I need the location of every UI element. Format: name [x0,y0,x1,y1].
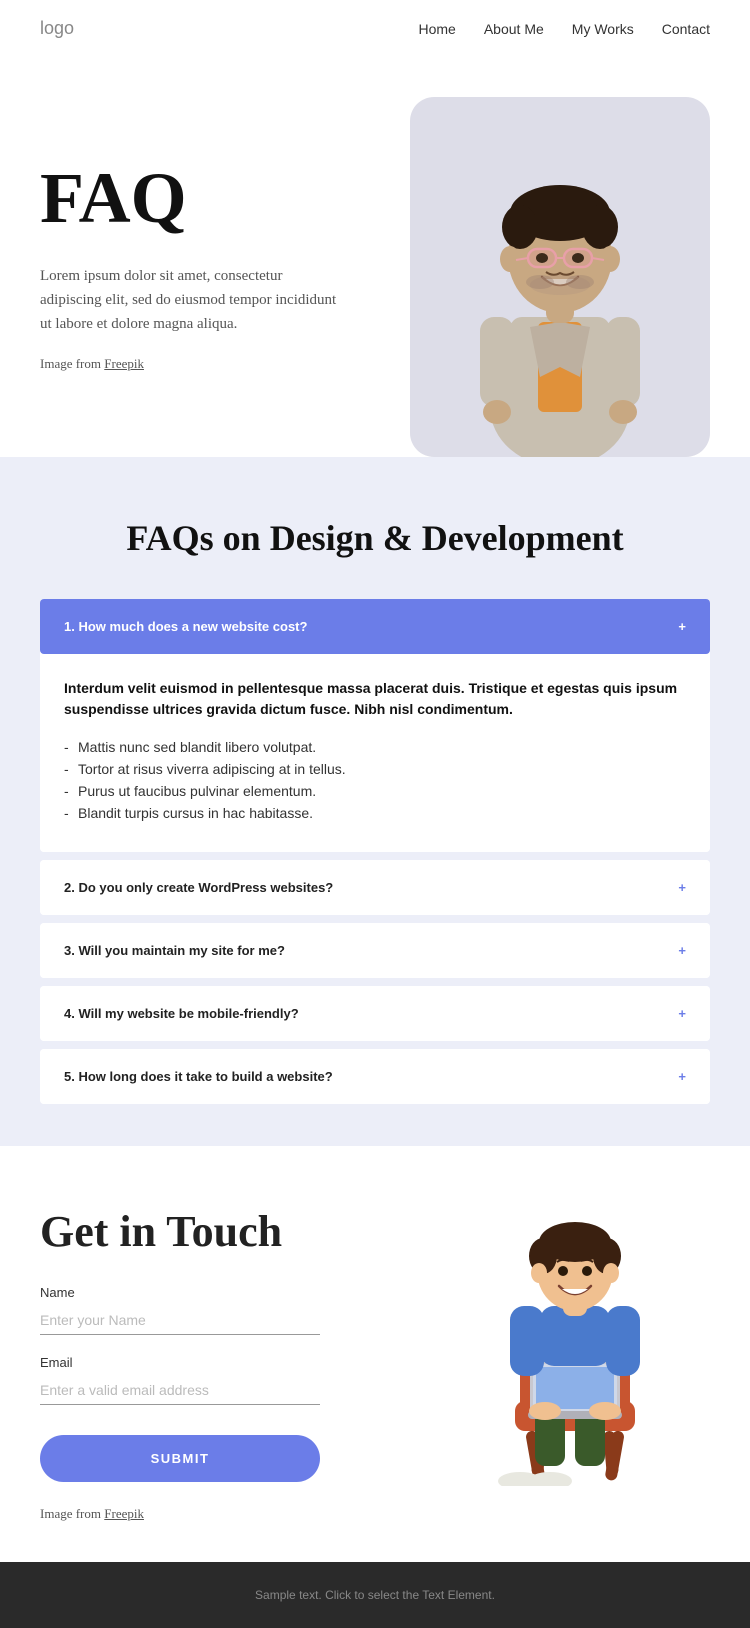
faq-bullet: Blandit turpis cursus in hac habitasse. [64,802,686,824]
faq-bullets-1: Mattis nunc sed blandit libero volutpat.… [64,736,686,824]
submit-button[interactable]: SUBMIT [40,1435,320,1482]
faq-item-5: 5. How long does it take to build a webs… [40,1049,710,1104]
faq-bullet: Purus ut faucibus pulvinar elementum. [64,780,686,802]
faq-header-5[interactable]: 5. How long does it take to build a webs… [40,1049,710,1104]
footer-text: Sample text. Click to select the Text El… [255,1588,495,1602]
nav-works[interactable]: My Works [572,21,634,37]
contact-heading: Get in Touch [40,1206,410,1257]
faq-heading: FAQs on Design & Development [40,517,710,559]
email-label: Email [40,1355,410,1370]
hero-person-svg [420,97,700,457]
faq-item-2: 2. Do you only create WordPress websites… [40,860,710,915]
faq-bullet: Mattis nunc sed blandit libero volutpat. [64,736,686,758]
faq-plus-icon-3: + [678,944,686,957]
nav-links: Home About Me My Works Contact [418,21,710,37]
faq-question-1: 1. How much does a new website cost? [64,619,307,634]
faq-question-5: 5. How long does it take to build a webs… [64,1069,333,1084]
hero-description: Lorem ipsum dolor sit amet, consectetur … [40,264,340,336]
contact-left: Get in Touch Name Email SUBMIT Image fro… [40,1206,410,1522]
faq-plus-icon-2: + [678,881,686,894]
nav-about[interactable]: About Me [484,21,544,37]
freepik-link[interactable]: Freepik [104,356,144,371]
faq-header-1[interactable]: 1. How much does a new website cost? + [40,599,710,654]
faq-plus-icon-4: + [678,1007,686,1020]
faq-body-1: Interdum velit euismod in pellentesque m… [40,654,710,852]
faq-header-3[interactable]: 3. Will you maintain my site for me? + [40,923,710,978]
freepik-link-2[interactable]: Freepik [104,1506,144,1521]
faq-header-4[interactable]: 4. Will my website be mobile-friendly? + [40,986,710,1041]
name-input[interactable] [40,1306,320,1335]
hero-title: FAQ [40,157,390,240]
faq-question-4: 4. Will my website be mobile-friendly? [64,1006,299,1021]
faq-item-4: 4. Will my website be mobile-friendly? + [40,986,710,1041]
faq-item-1: 1. How much does a new website cost? + I… [40,599,710,852]
email-input[interactable] [40,1376,320,1405]
navbar: logo Home About Me My Works Contact [0,0,750,57]
nav-logo: logo [40,18,74,39]
nav-home[interactable]: Home [418,21,455,37]
hero-section: FAQ Lorem ipsum dolor sit amet, consecte… [0,57,750,457]
contact-image-credit: Image from Freepik [40,1506,410,1522]
faq-section: FAQs on Design & Development 1. How much… [0,457,750,1146]
contact-person-svg [460,1206,690,1486]
footer: Sample text. Click to select the Text El… [0,1562,750,1628]
faq-question-3: 3. Will you maintain my site for me? [64,943,285,958]
faq-plus-icon-5: + [678,1070,686,1083]
faq-plus-icon-1: + [678,620,686,633]
faq-question-2: 2. Do you only create WordPress websites… [64,880,333,895]
contact-right [440,1206,710,1486]
name-label: Name [40,1285,410,1300]
hero-image [410,97,710,457]
faq-item-3: 3. Will you maintain my site for me? + [40,923,710,978]
faq-header-2[interactable]: 2. Do you only create WordPress websites… [40,860,710,915]
contact-section: Get in Touch Name Email SUBMIT Image fro… [0,1146,750,1562]
nav-contact[interactable]: Contact [662,21,710,37]
faq-bullet: Tortor at risus viverra adipiscing at in… [64,758,686,780]
hero-image-credit: Image from Freepik [40,356,390,372]
faq-bold-intro-1: Interdum velit euismod in pellentesque m… [64,678,686,720]
hero-left: FAQ Lorem ipsum dolor sit amet, consecte… [40,97,390,372]
